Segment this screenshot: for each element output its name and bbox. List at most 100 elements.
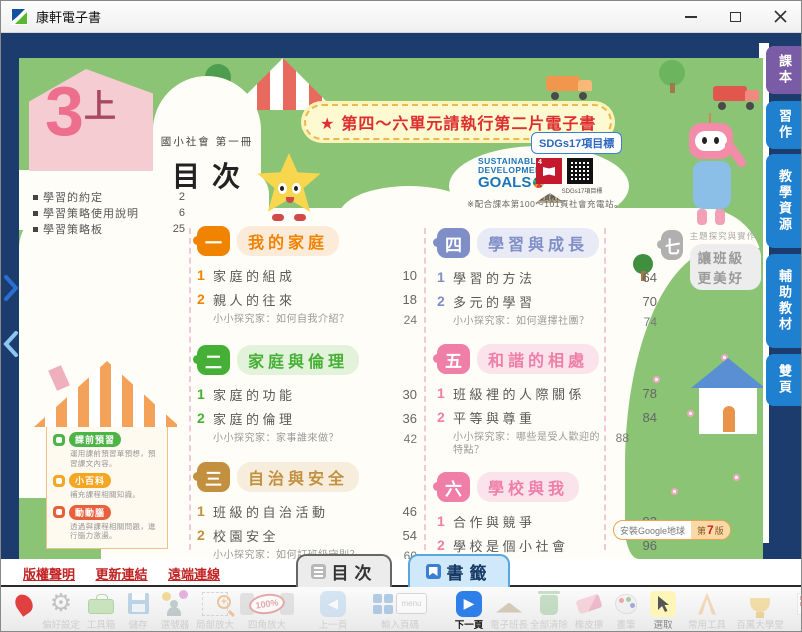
toc-entry[interactable]: 2校園安全54: [197, 523, 417, 547]
unit-5-header[interactable]: 五 和諧的相處: [437, 344, 657, 374]
sdg-goal-number: 4: [538, 159, 542, 166]
minimize-button[interactable]: [668, 1, 713, 32]
tab-workbook[interactable]: 習作: [766, 101, 802, 149]
toolbar-common-tools[interactable]: 常用工具: [683, 590, 731, 631]
sdgs-button[interactable]: SDGs17項目標: [531, 132, 622, 154]
install-google-earth-button[interactable]: 安裝Google地球 第7版: [613, 520, 731, 540]
bullet-icon: [33, 227, 38, 232]
unit-number-chip: 七: [661, 230, 683, 260]
front-matter-row[interactable]: 學習的約定2: [33, 189, 185, 205]
bullet-icon: [33, 211, 38, 216]
explore-entry[interactable]: 小小探究家：如何選擇社團？74: [437, 315, 657, 329]
toolbar-e-class-leader[interactable]: 電子班長: [489, 590, 529, 631]
unit-4-header[interactable]: 四 學習與成長: [437, 228, 657, 258]
explore-page: 88: [603, 431, 629, 457]
unit-title: 自治與安全: [237, 462, 359, 492]
toc-entry[interactable]: 1班級裡的人際關係78: [437, 381, 657, 405]
tip-icon: [53, 506, 65, 518]
unit-2-header[interactable]: 二 家庭與倫理: [197, 345, 417, 375]
unit-6-header[interactable]: 六 學校與我: [437, 472, 657, 502]
toolbar-preferences[interactable]: ⚙偏好設定: [41, 590, 81, 631]
unit-7-block: 七 主題探究與實作 讓班級更美好: [661, 230, 761, 290]
bookmark-tab-label: 書籤: [447, 559, 493, 584]
bottom-toolbar: ⚙偏好設定 工具箱 儲存 選號器 +局部放大 100%四角放大 ◀上一頁 men…: [1, 587, 802, 632]
entry-page: 46: [387, 504, 417, 519]
toolbar-toc[interactable]: 目次: [789, 590, 802, 631]
app-window: 康軒電子書: [0, 0, 802, 632]
toc-entry[interactable]: 2平等與尊重84: [437, 405, 657, 429]
front-matter-row[interactable]: 學習策略板25: [33, 221, 185, 237]
toolbar-pushpin[interactable]: [7, 590, 41, 617]
entry-number: 1: [197, 386, 213, 402]
copyright-link[interactable]: 版權聲明: [23, 564, 75, 583]
tab-textbook[interactable]: 課本: [766, 46, 802, 94]
unit-2-block: 二 家庭與倫理 1家庭的功能30 2家庭的倫理36 小小探究家：家事誰來做？42: [197, 345, 417, 446]
column-separator: [189, 228, 191, 550]
red-truck-illustration: [713, 84, 763, 110]
tab-double-page[interactable]: 雙頁: [766, 354, 802, 406]
unit-3-block: 三 自治與安全 1班級的自治活動46 2校園安全54 小小探究家：如何訂班級守則…: [197, 462, 417, 559]
entry-number: 1: [197, 503, 213, 519]
explore-entry[interactable]: 小小探究家：哪些是受人歡迎的特點？88: [437, 431, 657, 457]
maximize-button[interactable]: [713, 1, 758, 32]
close-window-button[interactable]: [758, 1, 802, 32]
qr-caption: SDGs17項目標: [559, 186, 605, 195]
toolbar-toolbox[interactable]: 工具箱: [81, 590, 121, 631]
toolbar-previous-page[interactable]: ◀上一頁: [313, 590, 353, 631]
entry-title: 家庭的組成: [213, 266, 387, 285]
unit-number-chip: 二: [197, 345, 230, 375]
minimize-icon: [685, 16, 697, 18]
toc-entry[interactable]: 2多元的學習70: [437, 289, 657, 313]
tip-description: 運用課前預習單預想，預習課文內容。: [70, 449, 161, 468]
toc-entry[interactable]: 1家庭的組成10: [197, 263, 417, 287]
kangxuan-logo-icon: [11, 8, 28, 25]
tab-teaching-resources[interactable]: 教學資源: [766, 154, 802, 248]
toolbar-eraser[interactable]: 橡皮擦: [569, 590, 609, 631]
toc-entry[interactable]: 1家庭的功能30: [197, 382, 417, 406]
toc-entry[interactable]: 1學習的方法64: [437, 265, 657, 289]
book-page: 3上 國小社會 第一冊 目次 ★第四～六單元請執行第二片電子書 SDGs17項目…: [19, 58, 763, 559]
toolbar-page-input[interactable]: menu輸入頁碼: [363, 590, 437, 631]
entry-number: 1: [437, 385, 453, 401]
toolbar-million-academy[interactable]: 百萬大學堂: [731, 590, 789, 631]
entry-page: 84: [627, 410, 657, 425]
sdgs-note: ※配合課本第100～101頁社會充電站。: [467, 198, 623, 210]
toolbar-clear-all[interactable]: 全部清除: [529, 590, 569, 631]
unit-1-header[interactable]: 一 我的家庭: [197, 226, 417, 256]
tab-supplementary-materials[interactable]: 輔助教材: [766, 254, 802, 348]
open-book-icon: [543, 167, 555, 176]
explore-entry[interactable]: 小小探究家：如何自我介紹？24: [197, 313, 417, 327]
toc-entry[interactable]: 1班級的自治活動46: [197, 499, 417, 523]
unit-3-header[interactable]: 三 自治與安全: [197, 462, 417, 492]
zoom-100-icon: 100%: [240, 593, 294, 615]
next-page-chevron[interactable]: [3, 275, 19, 301]
toolbar-next-page[interactable]: ▶下一頁: [449, 590, 489, 631]
house-chimney: [48, 365, 70, 391]
explore-entry[interactable]: 小小探究家：家事誰來做？42: [197, 432, 417, 446]
unit-title: 家庭與倫理: [237, 345, 359, 375]
tip-description: 補充課程相關知識。: [70, 490, 161, 500]
bookmark-bottom-tab[interactable]: 書籤: [408, 554, 510, 587]
footer-strip: 版權聲明 更新連結 遠端連線 目次 書籤: [1, 559, 802, 587]
toolbar-zoom-area[interactable]: +局部放大: [195, 590, 235, 631]
series-label: 國小社會 第一冊: [153, 134, 261, 149]
toc-entry[interactable]: 2家庭的倫理36: [197, 406, 417, 430]
toolbar-save[interactable]: 儲存: [121, 590, 155, 631]
toolbar-select[interactable]: 選取: [643, 590, 683, 631]
unit-4-block: 四 學習與成長 1學習的方法64 2多元的學習70 小小探究家：如何選擇社團？7…: [437, 228, 657, 329]
viewer-stage: 3上 國小社會 第一冊 目次 ★第四～六單元請執行第二片電子書 SDGs17項目…: [1, 33, 802, 559]
remote-connection-link[interactable]: 遠端連線: [168, 564, 220, 583]
entry-page: 64: [627, 270, 657, 285]
toolbox-icon: [88, 599, 114, 614]
toolbar-number-picker[interactable]: 選號器: [155, 590, 195, 631]
toc-bottom-tab[interactable]: 目次: [296, 554, 392, 587]
graduation-cap-icon: [496, 603, 522, 613]
toc-entry[interactable]: 2親人的往來18: [197, 287, 417, 311]
front-matter-row[interactable]: 學習策略使用說明6: [33, 205, 185, 221]
toolbar-corner-zoom[interactable]: 100%四角放大: [235, 590, 299, 631]
entry-number: 1: [437, 513, 453, 529]
toolbar-pen[interactable]: 畫筆: [609, 590, 643, 631]
prev-page-chevron[interactable]: [3, 331, 19, 357]
unit-7-header[interactable]: 七 主題探究與實作 讓班級更美好: [661, 230, 761, 290]
update-link[interactable]: 更新連結: [95, 564, 147, 583]
